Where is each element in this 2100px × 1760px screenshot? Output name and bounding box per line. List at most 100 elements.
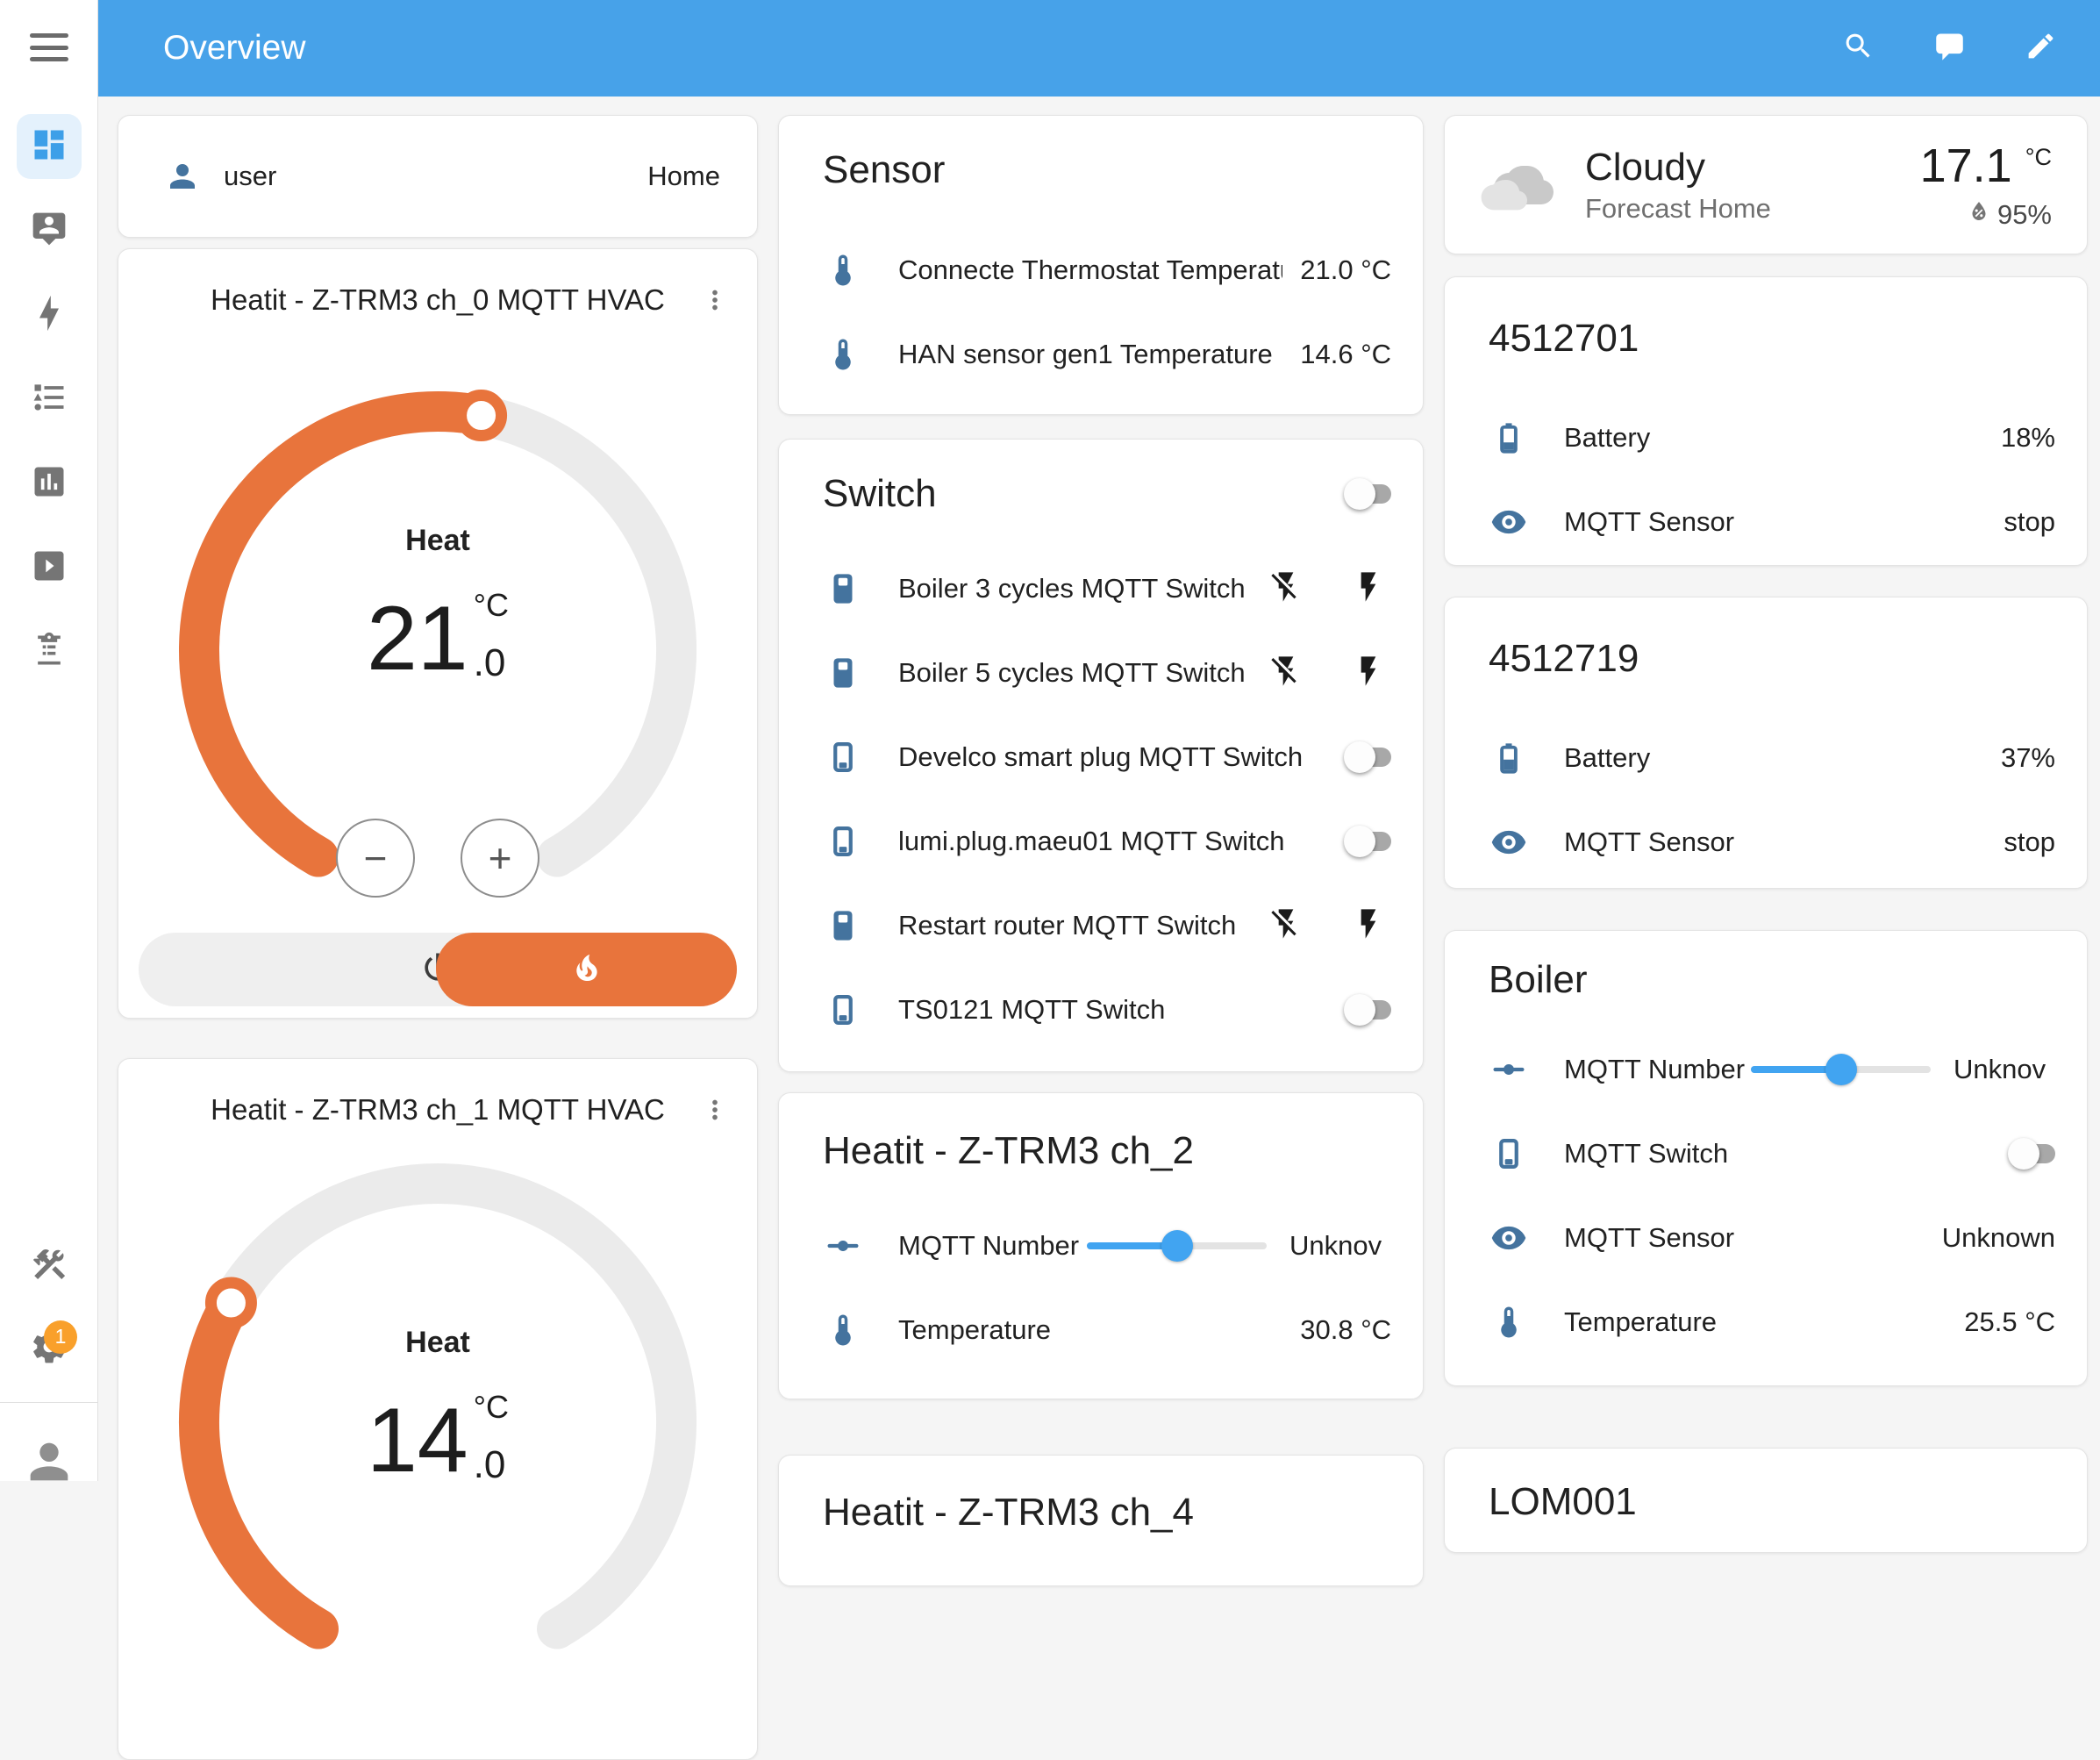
entity-row[interactable]: MQTT Number Unknov xyxy=(1445,1027,2087,1112)
card-title: Sensor xyxy=(779,147,1423,193)
page-title: Overview xyxy=(163,29,306,68)
flash-off-button[interactable] xyxy=(1268,569,1304,609)
battery-value: 18% xyxy=(2001,422,2055,454)
assist-button[interactable] xyxy=(1925,24,1974,73)
switch-group-toggle[interactable] xyxy=(1347,484,1391,504)
sensor-value: stop xyxy=(2004,826,2055,858)
temperature-unit: °C xyxy=(474,1389,509,1426)
entity-row[interactable]: lumi.plug.maeu01 MQTT Switch xyxy=(779,799,1423,884)
eye-icon xyxy=(1489,1218,1529,1258)
switch-entity-icon xyxy=(823,821,863,862)
entity-row[interactable]: MQTT Sensor Unknown xyxy=(1445,1196,2087,1280)
card-title: Boiler xyxy=(1445,957,2087,1003)
temperature-decrease-button[interactable]: − xyxy=(336,819,415,898)
thermostat-title: Heatit - Z-TRM3 ch_0 MQTT HVAC xyxy=(118,279,757,321)
lightning-bolt-icon xyxy=(30,294,68,337)
sensor-value: stop xyxy=(2004,506,2055,538)
search-button[interactable] xyxy=(1833,24,1882,73)
sidebar-item-developer-tools[interactable] xyxy=(17,1234,82,1299)
gear-icon: 1 xyxy=(30,1327,68,1370)
entity-row[interactable]: MQTT Sensor stop xyxy=(1445,800,2087,884)
entity-row[interactable]: Battery 18% xyxy=(1445,396,2087,480)
flash-off-button[interactable] xyxy=(1268,654,1304,693)
card-title: Heatit - Z-TRM3 ch_2 xyxy=(779,1128,1423,1174)
entity-row[interactable]: HAN sensor gen1 Temperature 14.6 °C xyxy=(779,312,1423,397)
sidebar-item-history[interactable] xyxy=(17,451,82,516)
entity-toggle[interactable] xyxy=(1347,832,1391,851)
hvac-mode-label: Heat xyxy=(157,1326,718,1360)
card-title: LOM001 xyxy=(1489,1480,2043,1524)
menu-icon[interactable] xyxy=(30,30,68,65)
card-title: 4512719 xyxy=(1445,636,2087,682)
thermometer-icon xyxy=(823,1310,863,1350)
entity-toggle[interactable] xyxy=(1347,748,1391,767)
edit-dashboard-button[interactable] xyxy=(2016,24,2065,73)
heatit-ch2-card: Heatit - Z-TRM3 ch_2 MQTT Number Unknov … xyxy=(778,1092,1424,1399)
temperature-increase-button[interactable]: + xyxy=(461,819,539,898)
sidebar-item-map[interactable] xyxy=(17,198,82,263)
entity-row[interactable]: Boiler 3 cycles MQTT Switch xyxy=(779,547,1423,631)
entity-toggle[interactable] xyxy=(1347,1000,1391,1020)
thermostat-title: Heatit - Z-TRM3 ch_1 MQTT HVAC xyxy=(118,1089,757,1131)
entity-toggle[interactable] xyxy=(2011,1144,2055,1163)
entity-row[interactable]: MQTT Sensor stop xyxy=(1445,480,2087,564)
target-temperature: 14 °C .0 xyxy=(157,1389,718,1492)
number-slider[interactable] xyxy=(1751,1054,1931,1085)
entity-row[interactable]: Connecte Thermostat Temperature 21.0 °C xyxy=(779,228,1423,312)
switch-entity-icon xyxy=(823,737,863,777)
flash-button[interactable] xyxy=(1351,569,1386,609)
cloudy-icon xyxy=(1476,143,1561,227)
weather-condition: Cloudy xyxy=(1585,146,1771,190)
entity-row[interactable]: Temperature 25.5 °C xyxy=(1445,1280,2087,1364)
more-options-button[interactable] xyxy=(696,283,734,321)
mode-heat-button[interactable] xyxy=(436,933,737,1006)
ray-vertex-icon xyxy=(1489,1049,1529,1090)
clipboard-list-icon xyxy=(30,631,68,674)
number-slider[interactable] xyxy=(1087,1230,1267,1262)
sensor-value: Unknown xyxy=(1942,1222,2055,1254)
sidebar-item-media[interactable] xyxy=(17,535,82,600)
sidebar-item-todo[interactable] xyxy=(17,619,82,684)
flash-button[interactable] xyxy=(1351,654,1386,693)
flash-button[interactable] xyxy=(1351,906,1386,946)
sidebar-item-logbook[interactable] xyxy=(17,367,82,432)
entity-row[interactable]: Battery 37% xyxy=(1445,716,2087,800)
pencil-icon xyxy=(2025,30,2057,67)
number-value: Unknov xyxy=(1289,1230,1391,1262)
thermostat-card-ch1: Heatit - Z-TRM3 ch_1 MQTT HVAC Heat 14 °… xyxy=(118,1058,758,1760)
settings-badge: 1 xyxy=(44,1320,77,1354)
entity-row[interactable]: Temperature 30.8 °C xyxy=(779,1288,1423,1372)
sidebar-item-settings[interactable]: 1 xyxy=(17,1316,82,1381)
entity-row[interactable]: Develco smart plug MQTT Switch xyxy=(779,715,1423,799)
entity-row[interactable]: MQTT Number Unknov xyxy=(779,1204,1423,1288)
thermometer-icon xyxy=(823,334,863,375)
weather-subtitle: Forecast Home xyxy=(1585,193,1771,225)
switch-entity-icon xyxy=(823,990,863,1030)
person-card[interactable]: user Home xyxy=(118,115,758,238)
switch-entity-icon xyxy=(823,653,863,693)
sidebar-item-overview[interactable] xyxy=(17,114,82,179)
hammer-icon xyxy=(30,1245,68,1288)
dots-vertical-icon xyxy=(700,1095,730,1129)
view-dashboard-icon xyxy=(30,125,68,168)
entity-row[interactable]: MQTT Switch xyxy=(1445,1112,2087,1196)
more-options-button[interactable] xyxy=(696,1092,734,1131)
ray-vertex-icon xyxy=(823,1226,863,1266)
list-bulleted-icon xyxy=(30,378,68,421)
flash-off-button[interactable] xyxy=(1268,906,1304,946)
entity-row[interactable]: TS0121 MQTT Switch xyxy=(779,968,1423,1052)
flame-icon xyxy=(569,950,604,990)
weather-card[interactable]: Cloudy Forecast Home 17.1 °C 95% xyxy=(1444,115,2088,254)
person-name: user xyxy=(224,161,276,192)
sidebar-item-energy[interactable] xyxy=(17,283,82,347)
battery-value: 37% xyxy=(2001,742,2055,774)
sidebar: 1 xyxy=(0,0,98,1481)
entity-row[interactable]: Boiler 5 cycles MQTT Switch xyxy=(779,631,1423,715)
heatit-ch4-card: Heatit - Z-TRM3 ch_4 xyxy=(778,1455,1424,1586)
switch-entity-icon xyxy=(823,905,863,946)
hvac-mode-switcher xyxy=(139,933,737,1006)
entity-row[interactable]: Restart router MQTT Switch xyxy=(779,884,1423,968)
weather-humidity: 95% xyxy=(1920,198,2052,232)
chart-box-icon xyxy=(30,462,68,505)
avatar[interactable] xyxy=(21,1434,77,1490)
